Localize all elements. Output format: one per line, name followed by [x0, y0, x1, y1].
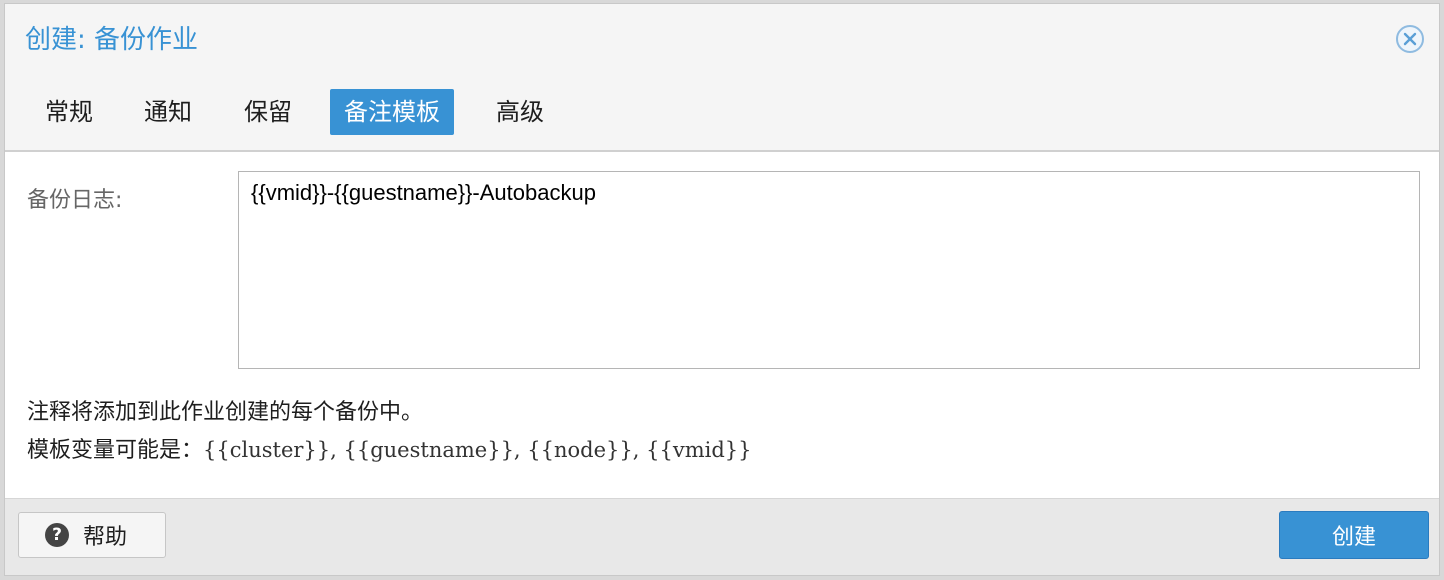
template-variables-text: 模板变量可能是：{{cluster}}, {{guestname}}, {{no…	[27, 432, 752, 464]
help-button[interactable]: ? 帮助	[18, 512, 166, 558]
dialog-title: 创建: 备份作业	[25, 25, 199, 55]
tab-advanced[interactable]: 高级	[482, 89, 558, 135]
tab-content-panel: 备份日志: {{vmid}}-{{guestname}}-Autobackup …	[5, 152, 1439, 500]
notes-help-text: 注释将添加到此作业创建的每个备份中。	[27, 400, 424, 425]
create-button[interactable]: 创建	[1279, 511, 1429, 559]
template-variables-prefix: 模板变量可能是：	[27, 438, 204, 463]
notes-template-textarea[interactable]: {{vmid}}-{{guestname}}-Autobackup	[238, 171, 1420, 369]
notes-field-label: 备份日志:	[27, 188, 123, 213]
create-button-label: 创建	[1331, 525, 1376, 550]
tab-bar: 常规 通知 保留 备注模板 高级	[5, 84, 1439, 152]
tab-general[interactable]: 常规	[31, 89, 107, 135]
close-icon[interactable]	[1395, 24, 1425, 54]
dialog-titlebar: 创建: 备份作业	[5, 4, 1439, 78]
backup-job-dialog: 创建: 备份作业 常规 通知 保留 备注模板 高级 备份日志: {{vmid}}…	[4, 3, 1440, 576]
help-button-label: 帮助	[83, 525, 128, 550]
template-variables-list: {{cluster}}, {{guestname}}, {{node}}, {{…	[203, 438, 752, 462]
tab-retention[interactable]: 保留	[230, 89, 306, 135]
question-circle-icon: ?	[45, 523, 69, 547]
tab-note-template[interactable]: 备注模板	[330, 89, 454, 135]
dialog-footer: ? 帮助 创建	[5, 498, 1439, 575]
tab-notification[interactable]: 通知	[130, 89, 206, 135]
